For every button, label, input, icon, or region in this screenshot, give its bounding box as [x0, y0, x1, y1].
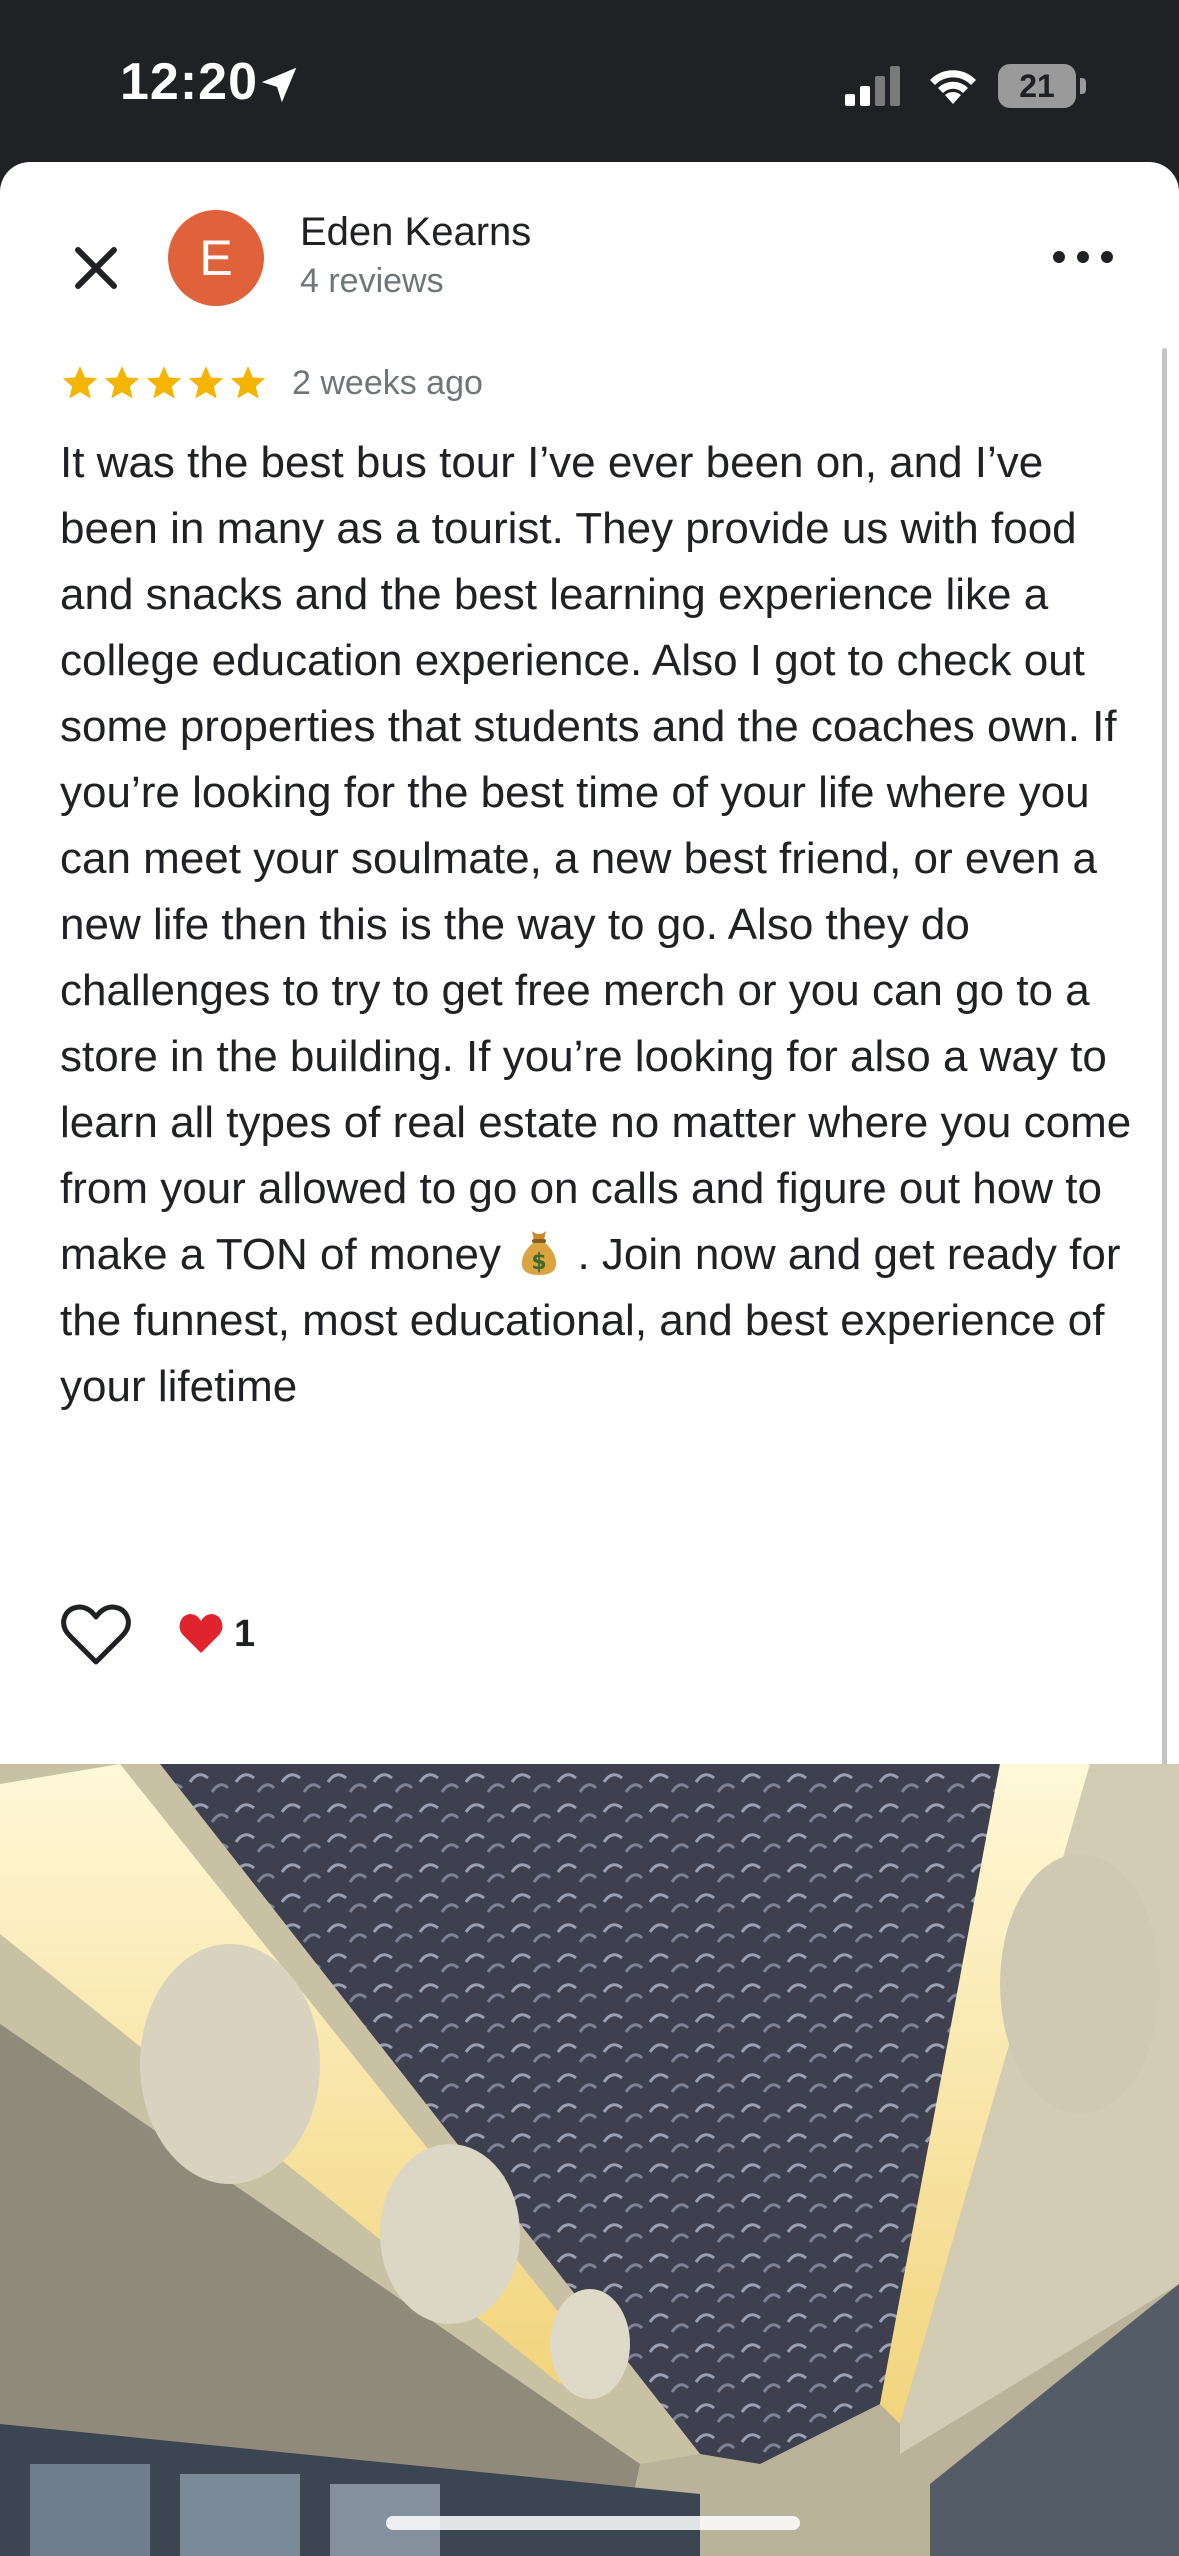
star-icon	[230, 366, 266, 399]
review-text-part-1: It was the best bus tour I’ve ever been …	[60, 438, 1132, 1279]
status-time: 12:20	[120, 53, 258, 111]
home-indicator[interactable]	[386, 2516, 800, 2530]
cellular-signal-icon	[845, 66, 900, 106]
close-icon[interactable]	[60, 232, 132, 304]
author-name[interactable]: Eden Kearns	[300, 210, 531, 255]
star-icon	[62, 366, 98, 399]
status-bar: 12:20 21	[0, 0, 1179, 165]
svg-text:$: $	[532, 1250, 547, 1275]
review-photo[interactable]	[0, 1764, 1179, 2556]
wifi-icon	[930, 70, 976, 104]
battery-tip	[1080, 78, 1086, 94]
star-icon	[104, 366, 140, 399]
reaction-count: 1	[234, 1612, 256, 1655]
more-options-icon[interactable]	[1050, 232, 1116, 282]
red-heart-icon	[179, 1614, 223, 1653]
avatar[interactable]: E	[168, 210, 264, 306]
rating-row: 2 weeks ago	[60, 358, 483, 408]
battery-icon: 21	[998, 64, 1076, 108]
author-review-count: 4 reviews	[300, 262, 444, 300]
review-date: 2 weeks ago	[292, 363, 483, 402]
star-icon	[146, 366, 182, 399]
money-bag-icon: $	[522, 1231, 557, 1275]
review-sheet: E Eden Kearns 4 reviews 2 weeks ago It w…	[0, 162, 1179, 2556]
star-icon	[188, 366, 224, 399]
reaction-summary[interactable]: 1	[178, 1612, 255, 1656]
review-text: It was the best bus tour I’ve ever been …	[60, 430, 1135, 1420]
heart-outline-icon[interactable]	[60, 1602, 132, 1668]
star-rating	[60, 363, 268, 403]
location-arrow-icon	[261, 67, 297, 103]
